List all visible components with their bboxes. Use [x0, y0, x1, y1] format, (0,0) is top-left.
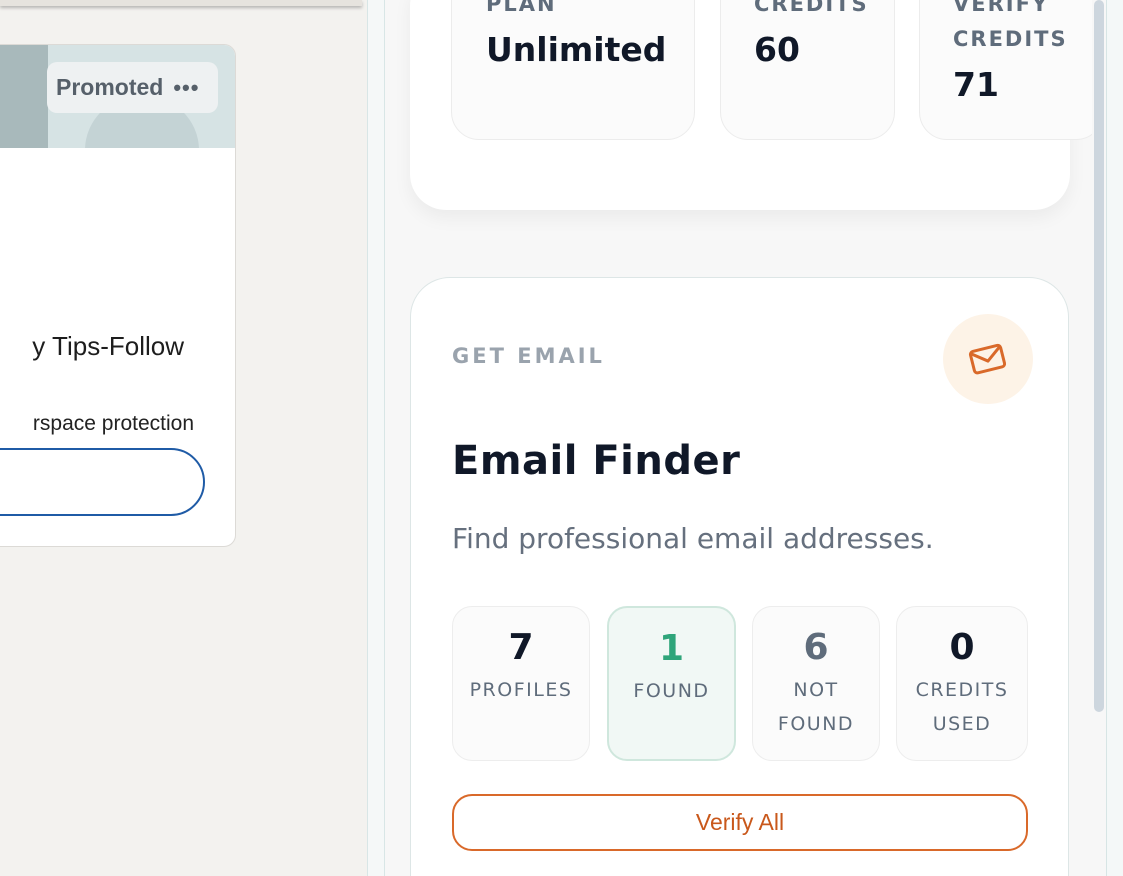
- verify-credits-label-line1: VERIFY: [953, 0, 1050, 16]
- credits-used-metric[interactable]: 0 CREDITS USED: [896, 606, 1028, 761]
- card-eyebrow: GET EMAIL: [452, 344, 605, 368]
- profiles-metric[interactable]: 7 PROFILES: [452, 606, 590, 761]
- mail-icon-glyph: [968, 343, 1007, 375]
- verify-credits-value: 71: [953, 65, 999, 104]
- ad-banner-image: Promoted •••: [0, 45, 235, 148]
- found-label: FOUND: [633, 680, 710, 702]
- ad-title[interactable]: y Tips-Follow: [0, 331, 184, 362]
- card-title: Email Finder: [452, 438, 741, 484]
- found-metric[interactable]: 1 FOUND: [607, 606, 736, 761]
- plan-tile: PLAN Unlimited: [451, 0, 695, 140]
- credits-value: 60: [754, 30, 800, 69]
- feed-top-card-edge: [0, 0, 362, 6]
- account-stats-card: PLAN Unlimited CREDITS 60 VERIFY CREDITS…: [410, 0, 1104, 210]
- panel-divider: [367, 0, 385, 876]
- plan-value: Unlimited: [486, 30, 667, 69]
- promoted-label: Promoted: [56, 74, 164, 100]
- found-count: 1: [658, 628, 685, 669]
- verify-credits-label: VERIFY CREDITS: [953, 0, 1068, 57]
- not-found-count: 6: [803, 627, 829, 668]
- not-found-label-line1: NOT: [793, 679, 839, 701]
- mail-icon: [943, 314, 1033, 404]
- verify-all-button[interactable]: Verify All: [452, 794, 1028, 851]
- credits-label: CREDITS: [754, 0, 869, 16]
- credits-used-label: CREDITS USED: [897, 673, 1027, 741]
- card-description: Find professional email addresses.: [452, 522, 934, 555]
- profiles-count: 7: [508, 627, 534, 668]
- verify-credits-tile: VERIFY CREDITS 71: [919, 0, 1104, 140]
- ad-banner-shape: [0, 45, 48, 148]
- ad-follow-button[interactable]: [0, 448, 205, 516]
- more-options-icon[interactable]: •••: [173, 76, 199, 99]
- not-found-metric[interactable]: 6 NOT FOUND: [752, 606, 880, 761]
- credits-used-count: 0: [949, 627, 975, 668]
- verify-credits-label-line2: CREDITS: [953, 27, 1068, 51]
- not-found-label: NOT FOUND: [753, 673, 879, 741]
- panel-right-edge: [1106, 0, 1123, 876]
- profiles-label: PROFILES: [469, 679, 573, 701]
- not-found-label-line2: FOUND: [777, 713, 855, 735]
- credits-used-label-line2: USED: [932, 713, 992, 735]
- panel-scrollbar-thumb[interactable]: [1094, 0, 1104, 712]
- promoted-chip[interactable]: Promoted •••: [47, 62, 218, 113]
- promoted-ad-card[interactable]: Promoted ••• y Tips-Follow rspace protec…: [0, 44, 236, 547]
- credits-used-label-line1: CREDITS: [915, 679, 1009, 701]
- ad-subtitle: rspace protection: [32, 412, 194, 435]
- plan-label: PLAN: [486, 0, 557, 16]
- feed-area: Promoted ••• y Tips-Follow rspace protec…: [0, 0, 367, 876]
- email-finder-card: GET EMAIL Email Finder Find professional…: [410, 277, 1069, 876]
- credits-tile: CREDITS 60: [720, 0, 895, 140]
